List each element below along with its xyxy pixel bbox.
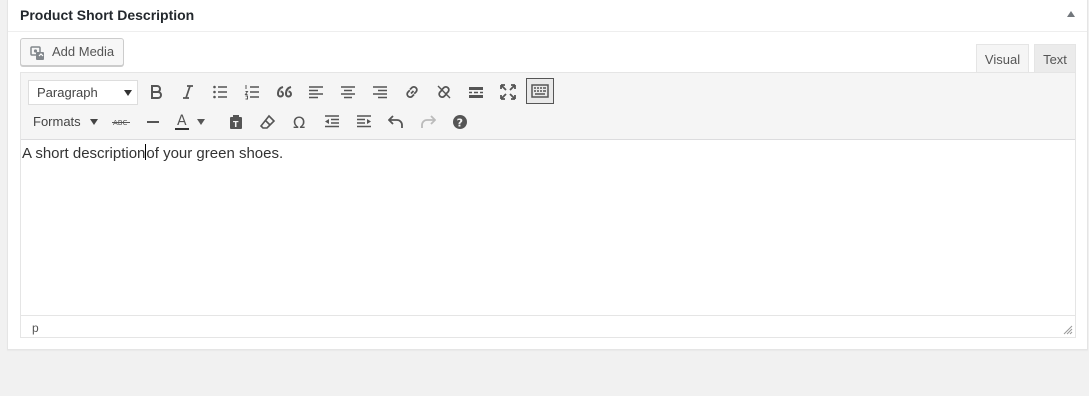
align-center-button[interactable] [334,79,362,105]
align-center-icon [341,86,355,99]
svg-text:Ω: Ω [293,114,305,130]
product-short-description-metabox: Product Short Description Add Media Visu… [7,0,1088,350]
clear-formatting-icon [260,114,276,129]
editor-statusbar: p [21,315,1075,337]
blockquote-button[interactable] [270,79,298,105]
paragraph-format-value: Paragraph [37,85,98,100]
outdent-icon [325,115,339,128]
editor-text-before-cursor: A short description [22,145,146,162]
read-more-button[interactable] [462,79,490,105]
formats-dropdown[interactable]: Formats [28,109,100,135]
svg-text:?: ? [457,116,463,129]
element-path[interactable]: p [32,321,39,335]
add-media-label: Add Media [52,44,115,59]
fullscreen-button[interactable] [494,79,522,105]
bold-icon [151,85,162,99]
italic-button[interactable] [174,79,202,105]
strikethrough-button[interactable]: ABC [107,109,135,135]
strikethrough-icon: ABC [112,119,130,127]
tab-visual[interactable]: Visual [976,44,1029,73]
align-left-button[interactable] [302,79,330,105]
editor-text-after-cursor: of your green shoes. [146,145,284,162]
align-right-button[interactable] [366,79,394,105]
editor-container: Paragraph Formats A T Ω ? A short descri… [20,72,1076,338]
text-color-icon: A [175,113,189,130]
metabox-header: Product Short Description [8,0,1087,32]
editor-toolbar: Paragraph Formats A T Ω ? [21,73,1075,140]
chevron-down-icon [124,90,132,96]
svg-text:A: A [177,113,187,129]
collapse-toggle-icon[interactable] [1067,11,1075,17]
help-icon: ? [453,115,467,129]
resize-handle-icon[interactable] [1063,325,1073,335]
tab-text[interactable]: Text [1034,44,1076,73]
paste-text-icon: T [230,115,242,129]
italic-icon [183,85,193,99]
chevron-down-icon [90,119,98,125]
special-character-icon: Ω [293,114,305,130]
fullscreen-icon [500,84,516,100]
editor-content-area[interactable]: A short descriptionof your green shoes. [21,140,1075,316]
outdent-button[interactable] [318,109,346,135]
numbered-list-icon [244,85,259,100]
paste-as-text-button[interactable]: T [222,109,250,135]
horizontal-line-button[interactable] [139,109,167,135]
metabox-title: Product Short Description [20,7,195,23]
chevron-down-icon [197,119,205,125]
align-left-icon [309,86,323,99]
horizontal-line-icon [147,121,159,123]
insert-link-button[interactable] [398,79,426,105]
toolbar-toggle-button[interactable] [526,78,554,104]
bullet-list-button[interactable] [206,79,234,105]
undo-icon [388,115,403,128]
clear-formatting-button[interactable] [254,109,282,135]
formats-label: Formats [33,114,81,129]
add-media-button[interactable]: Add Media [20,38,124,66]
indent-button[interactable] [350,109,378,135]
unlink-button[interactable] [430,79,458,105]
indent-icon [357,115,371,128]
align-right-icon [373,86,387,99]
text-color-button[interactable]: A [171,109,193,135]
toolbar-toggle-icon [531,84,549,98]
paragraph-format-select[interactable]: Paragraph [28,80,138,105]
link-icon [406,86,418,98]
keyboard-shortcuts-help-button[interactable]: ? [446,109,474,135]
special-character-button[interactable]: Ω [286,109,314,135]
undo-button[interactable] [382,109,410,135]
bold-button[interactable] [142,79,170,105]
add-media-icon [30,46,44,60]
unlink-icon [437,85,451,99]
redo-button[interactable] [414,109,442,135]
read-more-icon [469,87,483,98]
text-color-dropdown[interactable] [194,109,208,135]
svg-text:T: T [233,120,239,129]
redo-icon [421,115,436,128]
numbered-list-button[interactable] [238,79,266,105]
blockquote-icon [276,86,292,98]
bullet-list-icon [213,85,227,99]
